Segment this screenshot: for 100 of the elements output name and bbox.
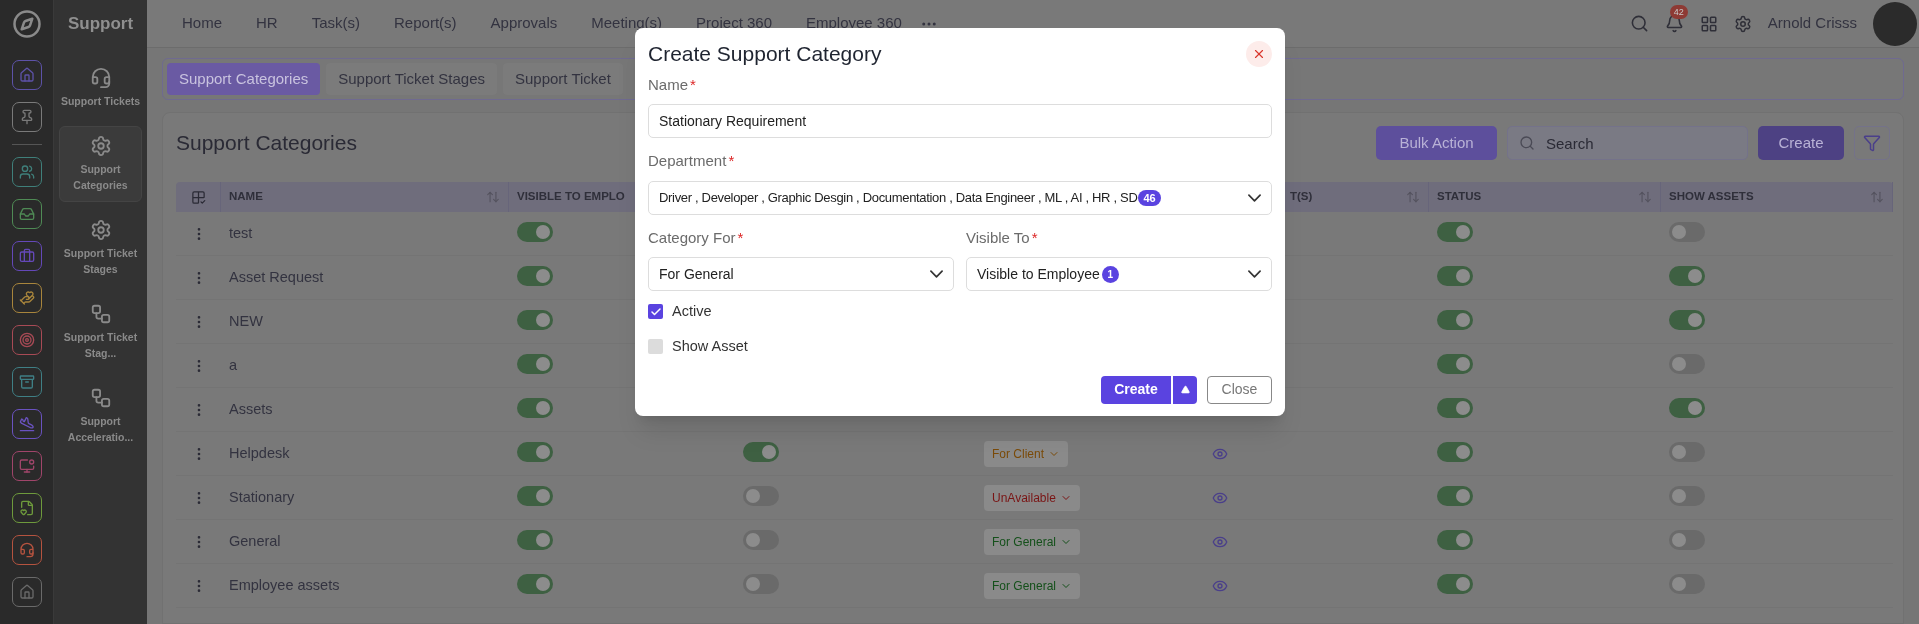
category-badge[interactable]: UnAvailable: [984, 484, 1080, 511]
toggle-switch[interactable]: [1437, 265, 1473, 286]
tab[interactable]: Support Ticket: [503, 63, 623, 95]
toggle-switch[interactable]: [1437, 441, 1473, 462]
toggle-switch[interactable]: [1669, 353, 1705, 374]
toggle-switch[interactable]: [1669, 265, 1705, 286]
toggle-switch[interactable]: [743, 573, 779, 594]
headset-icon[interactable]: [11, 535, 42, 565]
sort-icon[interactable]: [1870, 190, 1884, 204]
toggle-switch[interactable]: [1669, 485, 1705, 506]
toggle-switch[interactable]: [1437, 221, 1473, 242]
toggle-switch[interactable]: [1669, 441, 1705, 462]
table-cell-text: Stationary: [228, 487, 296, 507]
document-icon[interactable]: [11, 493, 42, 523]
visible-to-select[interactable]: Visible to Employee 1: [966, 257, 1272, 291]
tab[interactable]: Support Categories: [167, 63, 321, 95]
toggle-switch[interactable]: [517, 353, 553, 374]
column-header[interactable]: STATUS: [1437, 188, 1482, 206]
monitor-icon[interactable]: [11, 451, 42, 481]
checkbox-label: Show Asset: [672, 336, 748, 356]
chevron-down-icon: [1248, 270, 1261, 278]
toggle-switch[interactable]: [517, 397, 553, 418]
toggle-switch[interactable]: [1437, 485, 1473, 506]
avatar[interactable]: [1873, 1, 1917, 46]
nav-link[interactable]: Approvals: [490, 12, 558, 35]
toggle-switch[interactable]: [743, 441, 779, 462]
field-label: Category For*: [648, 227, 745, 248]
hands-icon[interactable]: [11, 283, 42, 313]
nav-link[interactable]: Home: [182, 12, 222, 35]
house-icon[interactable]: [11, 577, 42, 607]
create-button[interactable]: Create: [1101, 375, 1171, 404]
search-field[interactable]: Search: [1507, 126, 1748, 160]
sort-icon[interactable]: [1406, 190, 1420, 204]
toggle-switch[interactable]: [1437, 309, 1473, 330]
toggle-switch[interactable]: [1669, 309, 1705, 330]
toggle-switch[interactable]: [517, 573, 553, 594]
search-icon[interactable]: [1629, 14, 1649, 33]
category-badge[interactable]: For General: [984, 572, 1081, 599]
create-button[interactable]: Create: [1758, 126, 1844, 160]
toggle-switch[interactable]: [1437, 397, 1473, 418]
toggle-switch[interactable]: [743, 485, 779, 506]
filter-button[interactable]: [1854, 126, 1890, 160]
sidebar-item[interactable]: Support Ticket Stag...: [59, 294, 142, 370]
department-select[interactable]: Driver , Developer , Graphic Desgin , Documentation , Data Engineer , ML , AI , HR , SD 46: [648, 180, 1272, 215]
house-icon[interactable]: [11, 60, 42, 90]
close-button[interactable]: [1246, 40, 1272, 67]
sidebar-item[interactable]: Support Tickets: [59, 58, 142, 118]
checkbox[interactable]: [648, 339, 663, 355]
toggle-switch[interactable]: [1437, 529, 1473, 550]
columns-icon[interactable]: [190, 189, 206, 205]
dropdown-toggle-button[interactable]: [1173, 375, 1197, 404]
toggle-switch[interactable]: [1437, 353, 1473, 374]
table-cell-text: NEW: [228, 311, 264, 331]
gear-icon: [89, 219, 112, 241]
checkbox[interactable]: [648, 304, 663, 320]
category-badge[interactable]: For Client: [984, 440, 1068, 467]
nav-link[interactable]: Task(s): [311, 12, 361, 35]
compass-logo-icon[interactable]: [11, 9, 42, 39]
toggle-switch[interactable]: [517, 221, 553, 242]
sort-icon[interactable]: [486, 190, 500, 204]
sidebar-item[interactable]: Support Ticket Stages: [59, 210, 142, 286]
nav-link[interactable]: Meeting(s): [591, 12, 663, 35]
category-select[interactable]: For General: [648, 257, 954, 291]
toggle-switch[interactable]: [517, 309, 553, 330]
target-icon[interactable]: [11, 325, 42, 355]
toggle-switch[interactable]: [743, 529, 779, 550]
toggle-switch[interactable]: [517, 441, 553, 462]
briefcase-icon[interactable]: [11, 241, 42, 271]
nav-link[interactable]: Report(s): [394, 12, 457, 35]
gear-icon: [89, 135, 112, 157]
settings-icon[interactable]: [1733, 14, 1752, 33]
bulk-action-button[interactable]: Bulk Action: [1376, 126, 1497, 160]
close-button[interactable]: Close: [1207, 375, 1272, 404]
pin-icon[interactable]: [11, 102, 42, 132]
column-header[interactable]: SHOW ASSETS: [1669, 188, 1754, 206]
sidebar-item[interactable]: Support Categories: [59, 126, 142, 202]
apps-grid-icon[interactable]: [1699, 14, 1718, 33]
bell-icon[interactable]: [1664, 14, 1684, 33]
sort-icon[interactable]: [1638, 190, 1652, 204]
toggle-switch[interactable]: [1437, 573, 1473, 594]
column-header[interactable]: T(S): [1290, 188, 1313, 206]
tab[interactable]: Support Ticket Stages: [326, 63, 497, 95]
user-name[interactable]: Arnold Crisss: [1767, 12, 1857, 35]
plane-icon[interactable]: [11, 409, 42, 439]
toggle-switch[interactable]: [1669, 573, 1705, 594]
sidebar-item[interactable]: Support Acceleratio...: [59, 378, 142, 454]
nav-link[interactable]: HR: [256, 12, 278, 35]
toggle-switch[interactable]: [517, 529, 553, 550]
column-header[interactable]: NAME: [229, 188, 263, 206]
column-header[interactable]: VISIBLE TO EMPLO: [517, 188, 625, 206]
toggle-switch[interactable]: [1669, 221, 1705, 242]
people-icon[interactable]: [11, 157, 42, 187]
toggle-switch[interactable]: [1669, 397, 1705, 418]
name-input[interactable]: Stationary Requirement: [648, 104, 1272, 138]
inbox-icon[interactable]: [11, 199, 42, 229]
archive-icon[interactable]: [11, 367, 42, 397]
toggle-switch[interactable]: [517, 265, 553, 286]
toggle-switch[interactable]: [517, 485, 553, 506]
category-badge[interactable]: For General: [984, 528, 1081, 555]
toggle-switch[interactable]: [1669, 529, 1705, 550]
